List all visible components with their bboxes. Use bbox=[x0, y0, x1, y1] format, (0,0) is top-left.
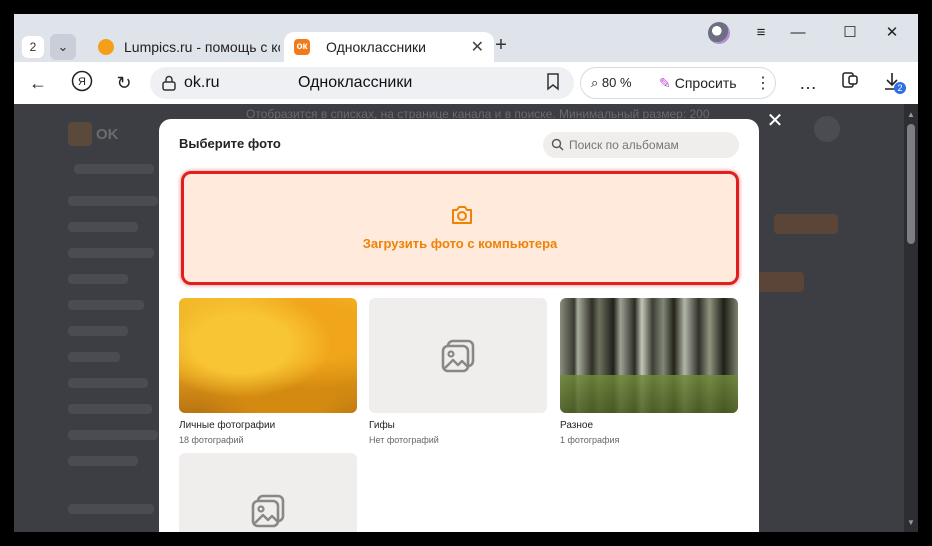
photo-placeholder-icon bbox=[251, 494, 285, 527]
album-thumbnail bbox=[369, 298, 547, 413]
album-misc[interactable]: Разное 1 фотография bbox=[560, 298, 738, 445]
album-gifs[interactable]: Гифы Нет фотографий bbox=[369, 298, 547, 445]
album-placeholder[interactable] bbox=[179, 453, 357, 532]
sidebar-ghost bbox=[68, 404, 152, 414]
new-tab-button[interactable]: + bbox=[488, 33, 514, 59]
close-window-icon[interactable]: ✕ bbox=[878, 22, 906, 44]
tab-bar: 2 ⌄ Lumpics.ru - помощь с ком ок Однокла… bbox=[14, 14, 918, 62]
scroll-thumb[interactable] bbox=[907, 124, 915, 244]
page-scrollbar[interactable]: ▲ ▼ bbox=[904, 104, 918, 532]
user-avatar-dimmed bbox=[814, 116, 840, 142]
sidebar-ghost bbox=[68, 430, 158, 440]
more-options-icon[interactable]: ⋮ bbox=[755, 73, 771, 93]
yandex-icon[interactable]: Я bbox=[68, 70, 96, 96]
scroll-up-icon[interactable]: ▲ bbox=[904, 110, 918, 119]
right-button-ghost bbox=[774, 214, 838, 234]
bookmark-icon[interactable] bbox=[546, 73, 560, 91]
ask-button[interactable]: ✎ Спросить bbox=[659, 75, 737, 92]
modal-title: Выберите фото bbox=[179, 136, 281, 151]
scroll-down-icon[interactable]: ▼ bbox=[904, 518, 918, 527]
lumpics-favicon-icon bbox=[98, 39, 114, 55]
album-thumbnail bbox=[179, 298, 357, 413]
sidebar-ghost bbox=[68, 378, 148, 388]
reload-icon[interactable]: ↻ bbox=[110, 70, 138, 96]
album-personal-photos[interactable]: Личные фотографии 18 фотографий bbox=[179, 298, 357, 445]
sidebar-ghost bbox=[68, 326, 128, 336]
sidebar-ghost bbox=[68, 248, 154, 258]
tab-title: Lumpics.ru - помощь с ком bbox=[124, 39, 280, 55]
maximize-icon[interactable]: ☐ bbox=[836, 22, 864, 44]
ok-logo-dimmed bbox=[68, 122, 92, 146]
tab-count-button[interactable]: 2 bbox=[22, 36, 44, 58]
album-count: 18 фотографий bbox=[179, 435, 244, 445]
album-thumbnail bbox=[179, 453, 357, 532]
upload-from-computer-button[interactable]: Загрузить фото с компьютера bbox=[181, 171, 739, 285]
album-name: Разное bbox=[560, 420, 594, 431]
downloads-badge: 2 bbox=[897, 83, 902, 93]
camera-icon bbox=[452, 206, 472, 224]
select-photo-modal: Выберите фото Поиск по альбомам Загрузит… bbox=[159, 119, 759, 532]
extensions-icon[interactable] bbox=[836, 70, 864, 96]
album-count: Нет фотографий bbox=[369, 435, 439, 445]
album-search-input[interactable]: Поиск по альбомам bbox=[543, 132, 739, 158]
address-page-title: Одноклассники bbox=[298, 74, 413, 91]
zoom-ask-group: ⌕ 80 % ✎ Спросить ⋮ bbox=[580, 67, 776, 99]
search-icon bbox=[551, 138, 564, 151]
search-placeholder: Поиск по альбомам bbox=[569, 138, 679, 152]
sidebar-ghost bbox=[68, 300, 144, 310]
album-count: 1 фотография bbox=[560, 435, 620, 445]
sidebar-ghost bbox=[74, 164, 154, 174]
tab-odnoklassniki[interactable]: ок Одноклассники ✕ bbox=[284, 32, 494, 62]
photo-placeholder-icon bbox=[441, 339, 475, 372]
address-bar[interactable]: ok.ru Одноклассники bbox=[150, 67, 574, 99]
back-icon[interactable]: ← bbox=[24, 70, 52, 96]
tab-title: Одноклассники bbox=[326, 39, 427, 55]
sidebar-ghost bbox=[68, 196, 158, 206]
page-content: OK Отобразится в списках, на странице ка… bbox=[14, 104, 918, 532]
upload-label: Загрузить фото с компьютера bbox=[362, 236, 558, 251]
tab-lumpics[interactable]: Lumpics.ru - помощь с ком bbox=[88, 32, 280, 62]
sidebar-ghost bbox=[68, 352, 120, 362]
tab-close-icon[interactable]: ✕ bbox=[471, 37, 484, 57]
more-icon[interactable]: … bbox=[794, 70, 822, 96]
sidebar-ghost bbox=[68, 274, 128, 284]
address-host: ok.ru bbox=[184, 74, 220, 91]
modal-close-icon[interactable]: ✕ bbox=[764, 110, 786, 132]
sidebar-ghost bbox=[68, 504, 154, 514]
sidebar-ghost bbox=[68, 222, 138, 232]
album-name: Личные фотографии bbox=[179, 420, 276, 431]
menu-icon[interactable]: ≡ bbox=[747, 22, 775, 44]
sparkle-icon: ✎ bbox=[659, 75, 671, 91]
ok-logo-text: OK bbox=[96, 126, 119, 143]
toolbar: ← Я ↻ ok.ru Одноклассники ⌕ 80 % ✎ Спроси… bbox=[14, 62, 918, 104]
album-thumbnail bbox=[560, 298, 738, 413]
album-name: Гифы bbox=[369, 420, 395, 431]
zoom-indicator[interactable]: ⌕ 80 % bbox=[591, 75, 632, 91]
profile-avatar[interactable] bbox=[708, 22, 730, 44]
minimize-icon[interactable]: — bbox=[784, 22, 812, 44]
sidebar-ghost bbox=[68, 456, 138, 466]
tabs-dropdown-button[interactable]: ⌄ bbox=[50, 34, 76, 60]
ok-favicon-icon: ок bbox=[294, 39, 310, 55]
downloads-icon[interactable]: 2 bbox=[880, 70, 908, 96]
svg-text:Я: Я bbox=[78, 76, 86, 88]
browser-window: 2 ⌄ Lumpics.ru - помощь с ком ок Однокла… bbox=[14, 14, 918, 532]
lock-icon bbox=[162, 75, 176, 91]
forest-ground bbox=[560, 375, 738, 413]
